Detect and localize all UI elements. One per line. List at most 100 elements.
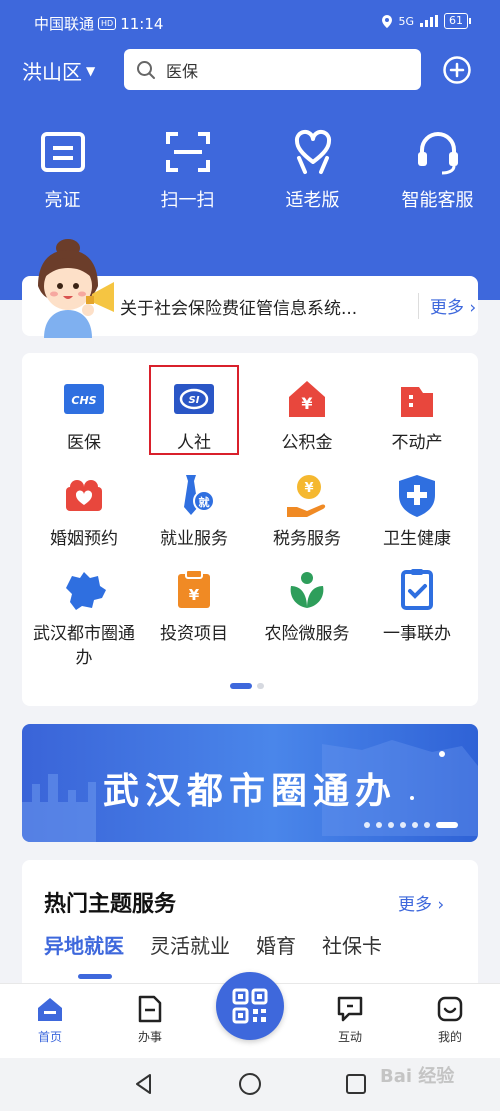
- banner-dot: [412, 822, 418, 828]
- search-input[interactable]: [166, 60, 386, 79]
- service-label: 投资项目: [160, 624, 228, 644]
- smile-icon: [437, 996, 463, 1022]
- banner-dot: [376, 822, 382, 828]
- id-card-icon: [40, 132, 85, 172]
- tab-flexible-employment[interactable]: 灵活就业: [150, 930, 230, 959]
- network-label: 5G: [398, 14, 414, 28]
- service-health[interactable]: 卫生健康: [360, 473, 474, 551]
- service-label: 婚姻预约: [50, 529, 118, 549]
- signal-icon: [420, 15, 438, 27]
- promo-banner[interactable]: 武汉都市圈通办: [22, 724, 478, 842]
- quick-action-scan[interactable]: 扫一扫: [125, 128, 250, 212]
- service-wuhan-metro[interactable]: 武汉都市圈通办: [27, 568, 141, 670]
- si-badge-text: SI: [189, 395, 200, 406]
- nav-label: 我的: [437, 1030, 462, 1044]
- tab-childbirth[interactable]: 婚育: [256, 930, 296, 959]
- page-dot: [257, 683, 264, 689]
- banner-dot-active: [436, 822, 458, 828]
- quick-action-label: 适老版: [285, 190, 340, 211]
- nav-label: 首页: [37, 1030, 62, 1044]
- quick-action-label: 智能客服: [401, 190, 474, 211]
- chs-badge-text: CHS: [71, 394, 96, 407]
- services-grid: CHS 医保 SI 人社 ¥ 公积金 不动产 婚姻预约 就 就业服务 ¥ 税务服…: [22, 353, 478, 706]
- chs-icon: CHS: [64, 384, 104, 414]
- carrier-info: 中国联通 HD 11:14: [34, 13, 163, 34]
- health-icon: [399, 475, 435, 517]
- region-selector[interactable]: 洪山区 ▼: [22, 56, 95, 85]
- hot-services-title: 热门主题服务: [44, 892, 177, 917]
- service-label: 卫生健康: [383, 529, 451, 549]
- mascot-illustration: [38, 239, 114, 338]
- nav-profile[interactable]: 我的: [420, 994, 480, 1045]
- marriage-icon: [66, 480, 102, 511]
- search-icon: [137, 60, 155, 79]
- clock: 11:14: [120, 14, 164, 33]
- nav-label: 办事: [137, 1030, 162, 1044]
- headset-icon: [417, 132, 458, 175]
- hot-tabs: 异地就医 灵活就业 婚育 社保卡: [44, 930, 382, 959]
- service-label: 税务服务: [273, 529, 341, 549]
- quick-action-show-id[interactable]: 亮证: [0, 128, 125, 212]
- fund-badge-text: ¥: [301, 394, 312, 413]
- quick-action-support[interactable]: 智能客服: [375, 128, 500, 212]
- service-label: 人社: [177, 433, 211, 453]
- watermark: Bai 经验: [380, 1066, 455, 1087]
- service-label: 就业服务: [160, 529, 228, 549]
- hot-more-link[interactable]: 更多 ›: [398, 890, 444, 915]
- hot-more-label: 更多: [398, 895, 432, 915]
- tab-social-card[interactable]: 社保卡: [322, 930, 382, 959]
- tax-badge-text: ¥: [304, 481, 313, 496]
- service-one-matter[interactable]: 一事联办: [360, 568, 474, 646]
- service-employment[interactable]: 就 就业服务: [137, 473, 251, 551]
- service-label: 不动产: [391, 433, 443, 453]
- notice-text[interactable]: 关于社会保险费征管信息系统...: [120, 294, 390, 319]
- tab-remote-medical[interactable]: 异地就医: [44, 930, 124, 959]
- checklist-icon: [401, 569, 433, 610]
- add-button[interactable]: [443, 56, 471, 84]
- carrier-name: 中国联通: [34, 15, 95, 33]
- recents-icon[interactable]: [344, 1072, 368, 1096]
- banner-indicator: [364, 822, 458, 828]
- social-insurance-icon: SI: [174, 384, 214, 414]
- service-investment[interactable]: ¥ 投资项目: [137, 568, 251, 646]
- banner-title: 武汉都市圈通办: [102, 771, 397, 812]
- employment-icon: 就: [184, 475, 215, 515]
- banner-dot: [388, 822, 394, 828]
- service-human-resources[interactable]: SI 人社: [137, 377, 251, 455]
- service-tax[interactable]: ¥ 税务服务: [250, 473, 364, 551]
- caret-down-icon: ▼: [86, 63, 96, 78]
- banner-dot: [364, 822, 370, 828]
- service-housing-fund[interactable]: ¥ 公积金: [250, 377, 364, 455]
- home-circle-icon[interactable]: [238, 1072, 262, 1096]
- nav-interact[interactable]: 互动: [320, 994, 380, 1045]
- search-bar[interactable]: [124, 49, 421, 90]
- banner-dot: [424, 822, 430, 828]
- nav-home[interactable]: 首页: [20, 994, 80, 1045]
- employment-badge-text: 就: [199, 495, 210, 509]
- quick-action-elderly[interactable]: 适老版: [250, 128, 375, 212]
- scan-icon: [165, 132, 210, 172]
- investment-badge-text: ¥: [189, 586, 200, 604]
- service-label: 农险微服务: [264, 624, 350, 644]
- service-label: 医保: [67, 433, 101, 453]
- notice-more-label: 更多: [430, 298, 464, 318]
- service-marriage[interactable]: 婚姻预约: [27, 473, 141, 551]
- status-icons: 5G 61: [382, 13, 471, 29]
- quick-action-label: 亮证: [44, 190, 81, 211]
- notice-more-link[interactable]: 更多 ›: [430, 293, 476, 318]
- nav-services[interactable]: 办事: [120, 994, 180, 1045]
- service-real-estate[interactable]: 不动产: [360, 377, 474, 455]
- back-icon[interactable]: [132, 1072, 156, 1096]
- service-label: 公积金: [281, 433, 333, 453]
- quick-action-label: 扫一扫: [160, 190, 215, 211]
- document-icon: [138, 995, 162, 1023]
- chat-icon: [337, 996, 363, 1022]
- location-icon: [382, 14, 393, 28]
- real-estate-icon: [401, 387, 433, 417]
- investment-icon: ¥: [178, 569, 210, 608]
- map-icon: [66, 572, 106, 610]
- qr-code-button[interactable]: [216, 972, 284, 1040]
- nav-label: 互动: [337, 1030, 362, 1044]
- service-agri-insurance[interactable]: 农险微服务: [250, 568, 364, 646]
- service-medical-insurance[interactable]: CHS 医保: [27, 377, 141, 455]
